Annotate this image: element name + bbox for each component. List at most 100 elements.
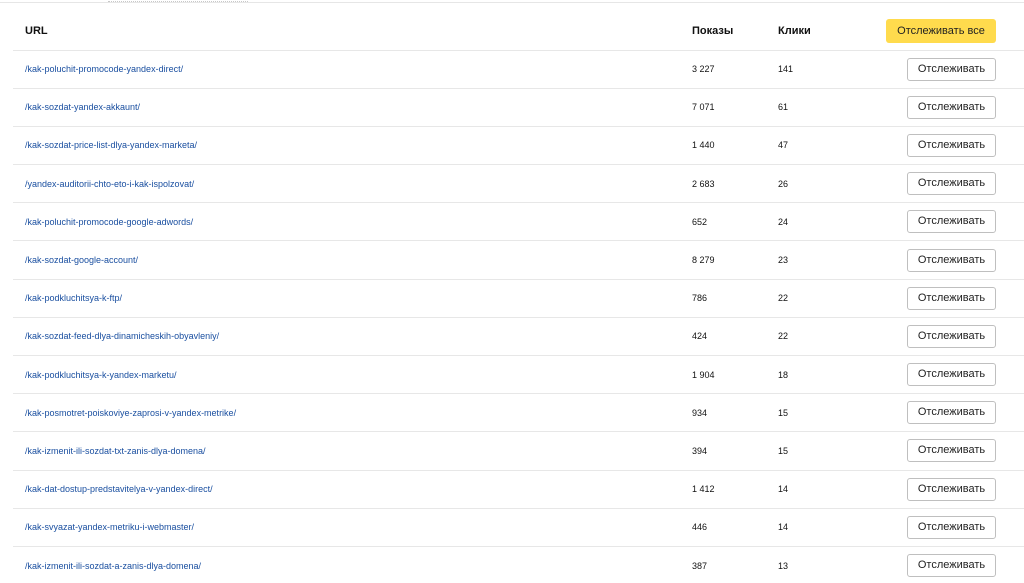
action-cell: Отслеживать bbox=[862, 279, 1024, 317]
clipped-text-fragment bbox=[108, 0, 248, 2]
table-row: /kak-sozdat-feed-dlya-dinamicheskih-obya… bbox=[13, 317, 1024, 356]
table-row: /kak-sozdat-price-list-dlya-yandex-marke… bbox=[13, 126, 1024, 165]
table-row: /yandex-auditorii-chto-eto-i-kak-ispolzo… bbox=[13, 165, 1024, 203]
url-cell: /kak-svyazat-yandex-metriku-i-webmaster/ bbox=[13, 508, 692, 546]
clicks-value: 141 bbox=[778, 64, 794, 75]
shows-value: 1 440 bbox=[692, 140, 715, 151]
url-link[interactable]: /kak-poluchit-promocode-google-adwords/ bbox=[25, 217, 193, 227]
track-button[interactable]: Отслеживать bbox=[907, 57, 996, 81]
clicks-value: 22 bbox=[778, 331, 789, 342]
table-row: /kak-izmenit-ili-sozdat-txt-zanis-dlya-d… bbox=[13, 432, 1024, 471]
shows-value: 446 bbox=[692, 522, 708, 533]
action-cell: Отслеживать bbox=[862, 356, 1024, 394]
column-header-url[interactable]: URL bbox=[13, 12, 692, 50]
track-button[interactable]: Отслеживать bbox=[907, 286, 996, 310]
action-cell: Отслеживать bbox=[862, 394, 1024, 432]
column-header-clicks[interactable]: Клики bbox=[778, 12, 862, 50]
track-button[interactable]: Отслеживать bbox=[907, 439, 996, 463]
table-row: /kak-izmenit-ili-sozdat-a-zanis-dlya-dom… bbox=[13, 546, 1024, 583]
url-cell: /kak-izmenit-ili-sozdat-txt-zanis-dlya-d… bbox=[13, 432, 692, 470]
url-cell: /kak-poluchit-promocode-yandex-direct/ bbox=[13, 50, 692, 88]
shows-value: 1 412 bbox=[692, 484, 715, 495]
shows-value: 934 bbox=[692, 407, 708, 418]
shows-value: 394 bbox=[692, 445, 708, 456]
action-cell: Отслеживать bbox=[862, 317, 1024, 355]
track-button[interactable]: Отслеживать bbox=[907, 324, 996, 348]
shows-value: 387 bbox=[692, 560, 708, 571]
url-link[interactable]: /yandex-auditorii-chto-eto-i-kak-ispolzo… bbox=[25, 179, 194, 189]
url-link[interactable]: /kak-sozdat-feed-dlya-dinamicheskih-obya… bbox=[25, 331, 219, 341]
top-edge-divider bbox=[0, 0, 1024, 3]
shows-value: 8 279 bbox=[692, 255, 715, 266]
action-cell: Отслеживать bbox=[862, 241, 1024, 279]
url-link[interactable]: /kak-svyazat-yandex-metriku-i-webmaster/ bbox=[25, 522, 194, 532]
url-link[interactable]: /kak-podkluchitsya-k-ftp/ bbox=[25, 293, 122, 303]
track-button[interactable]: Отслеживать bbox=[907, 477, 996, 501]
clicks-value: 18 bbox=[778, 369, 789, 380]
url-link[interactable]: /kak-dat-dostup-predstavitelya-v-yandex-… bbox=[25, 484, 213, 494]
url-cell: /kak-dat-dostup-predstavitelya-v-yandex-… bbox=[13, 470, 692, 508]
url-link[interactable]: /kak-posmotret-poiskoviye-zaprosi-v-yand… bbox=[25, 408, 236, 418]
track-button[interactable]: Отслеживать bbox=[907, 401, 996, 425]
clicks-value: 15 bbox=[778, 407, 789, 418]
action-cell: Отслеживать bbox=[862, 88, 1024, 126]
clicks-value: 14 bbox=[778, 484, 789, 495]
url-cell: /kak-sozdat-price-list-dlya-yandex-marke… bbox=[13, 126, 692, 164]
url-link[interactable]: /kak-izmenit-ili-sozdat-txt-zanis-dlya-d… bbox=[25, 446, 206, 456]
url-cell: /kak-podkluchitsya-k-yandex-marketu/ bbox=[13, 356, 692, 394]
track-button[interactable]: Отслеживать bbox=[907, 172, 996, 196]
table-row: /kak-dat-dostup-predstavitelya-v-yandex-… bbox=[13, 470, 1024, 509]
table-row: /kak-sozdat-yandex-akkaunt/7 071 61 Отслеж… bbox=[13, 88, 1024, 127]
action-cell: Отслеживать bbox=[862, 203, 1024, 241]
track-button[interactable]: Отслеживать bbox=[907, 210, 996, 234]
action-cell: Отслеживать bbox=[862, 546, 1024, 583]
clicks-value: 61 bbox=[778, 102, 789, 113]
table-row: /kak-podkluchitsya-k-yandex-marketu/1 90… bbox=[13, 356, 1024, 394]
track-all-button[interactable]: Отслеживать все bbox=[886, 18, 996, 43]
shows-value: 3 227 bbox=[692, 64, 715, 75]
table-row: /kak-poluchit-promocode-yandex-direct/3 … bbox=[13, 50, 1024, 89]
action-cell: Отслеживать bbox=[862, 470, 1024, 508]
url-stats-table: URL Показы Клики Отслеживать все /kak-po… bbox=[13, 12, 1024, 583]
clicks-value: 13 bbox=[778, 560, 789, 571]
shows-value: 1 904 bbox=[692, 369, 715, 380]
clicks-value: 47 bbox=[778, 140, 789, 151]
table-row: /kak-sozdat-google-account/8 279 23 Отслеж… bbox=[13, 241, 1024, 280]
url-link[interactable]: /kak-sozdat-google-account/ bbox=[25, 255, 138, 265]
url-cell: /kak-posmotret-poiskoviye-zaprosi-v-yand… bbox=[13, 394, 692, 432]
url-cell: /kak-podkluchitsya-k-ftp/ bbox=[13, 279, 692, 317]
url-cell: /yandex-auditorii-chto-eto-i-kak-ispolzo… bbox=[13, 165, 692, 203]
url-cell: /kak-sozdat-yandex-akkaunt/ bbox=[13, 88, 692, 126]
table-row: /kak-podkluchitsya-k-ftp/786 22 Отслеживат… bbox=[13, 279, 1024, 318]
clicks-value: 23 bbox=[778, 255, 789, 266]
action-cell: Отслеживать bbox=[862, 165, 1024, 203]
clicks-value: 26 bbox=[778, 178, 789, 189]
action-cell: Отслеживать bbox=[862, 50, 1024, 88]
table-body: /kak-poluchit-promocode-yandex-direct/3 … bbox=[13, 50, 1024, 583]
track-button[interactable]: Отслеживать bbox=[907, 133, 996, 157]
table-row: /kak-posmotret-poiskoviye-zaprosi-v-yand… bbox=[13, 394, 1024, 432]
shows-value: 7 071 bbox=[692, 102, 715, 113]
track-button[interactable]: Отслеживать bbox=[907, 95, 996, 119]
action-cell: Отслеживать bbox=[862, 432, 1024, 470]
url-link[interactable]: /kak-podkluchitsya-k-yandex-marketu/ bbox=[25, 370, 177, 380]
track-button[interactable]: Отслеживать bbox=[907, 554, 996, 578]
url-link[interactable]: /kak-izmenit-ili-sozdat-a-zanis-dlya-dom… bbox=[25, 561, 201, 571]
track-button[interactable]: Отслеживать bbox=[907, 248, 996, 272]
url-link[interactable]: /kak-poluchit-promocode-yandex-direct/ bbox=[25, 64, 183, 74]
page: URL Показы Клики Отслеживать все /kak-po… bbox=[0, 0, 1024, 583]
url-link[interactable]: /kak-sozdat-price-list-dlya-yandex-marke… bbox=[25, 140, 197, 150]
track-button[interactable]: Отслеживать bbox=[907, 515, 996, 539]
shows-value: 786 bbox=[692, 293, 708, 304]
column-header-actions: Отслеживать все bbox=[862, 12, 1024, 50]
track-button[interactable]: Отслеживать bbox=[907, 363, 996, 387]
table-row: /kak-svyazat-yandex-metriku-i-webmaster/… bbox=[13, 508, 1024, 547]
url-link[interactable]: /kak-sozdat-yandex-akkaunt/ bbox=[25, 102, 140, 112]
clicks-value: 24 bbox=[778, 216, 789, 227]
url-cell: /kak-sozdat-google-account/ bbox=[13, 241, 692, 279]
column-header-shows[interactable]: Показы bbox=[692, 12, 778, 50]
shows-value: 652 bbox=[692, 216, 708, 227]
url-cell: /kak-sozdat-feed-dlya-dinamicheskih-obya… bbox=[13, 317, 692, 355]
url-cell: /kak-izmenit-ili-sozdat-a-zanis-dlya-dom… bbox=[13, 546, 692, 583]
table-row: /kak-poluchit-promocode-google-adwords/6… bbox=[13, 203, 1024, 241]
